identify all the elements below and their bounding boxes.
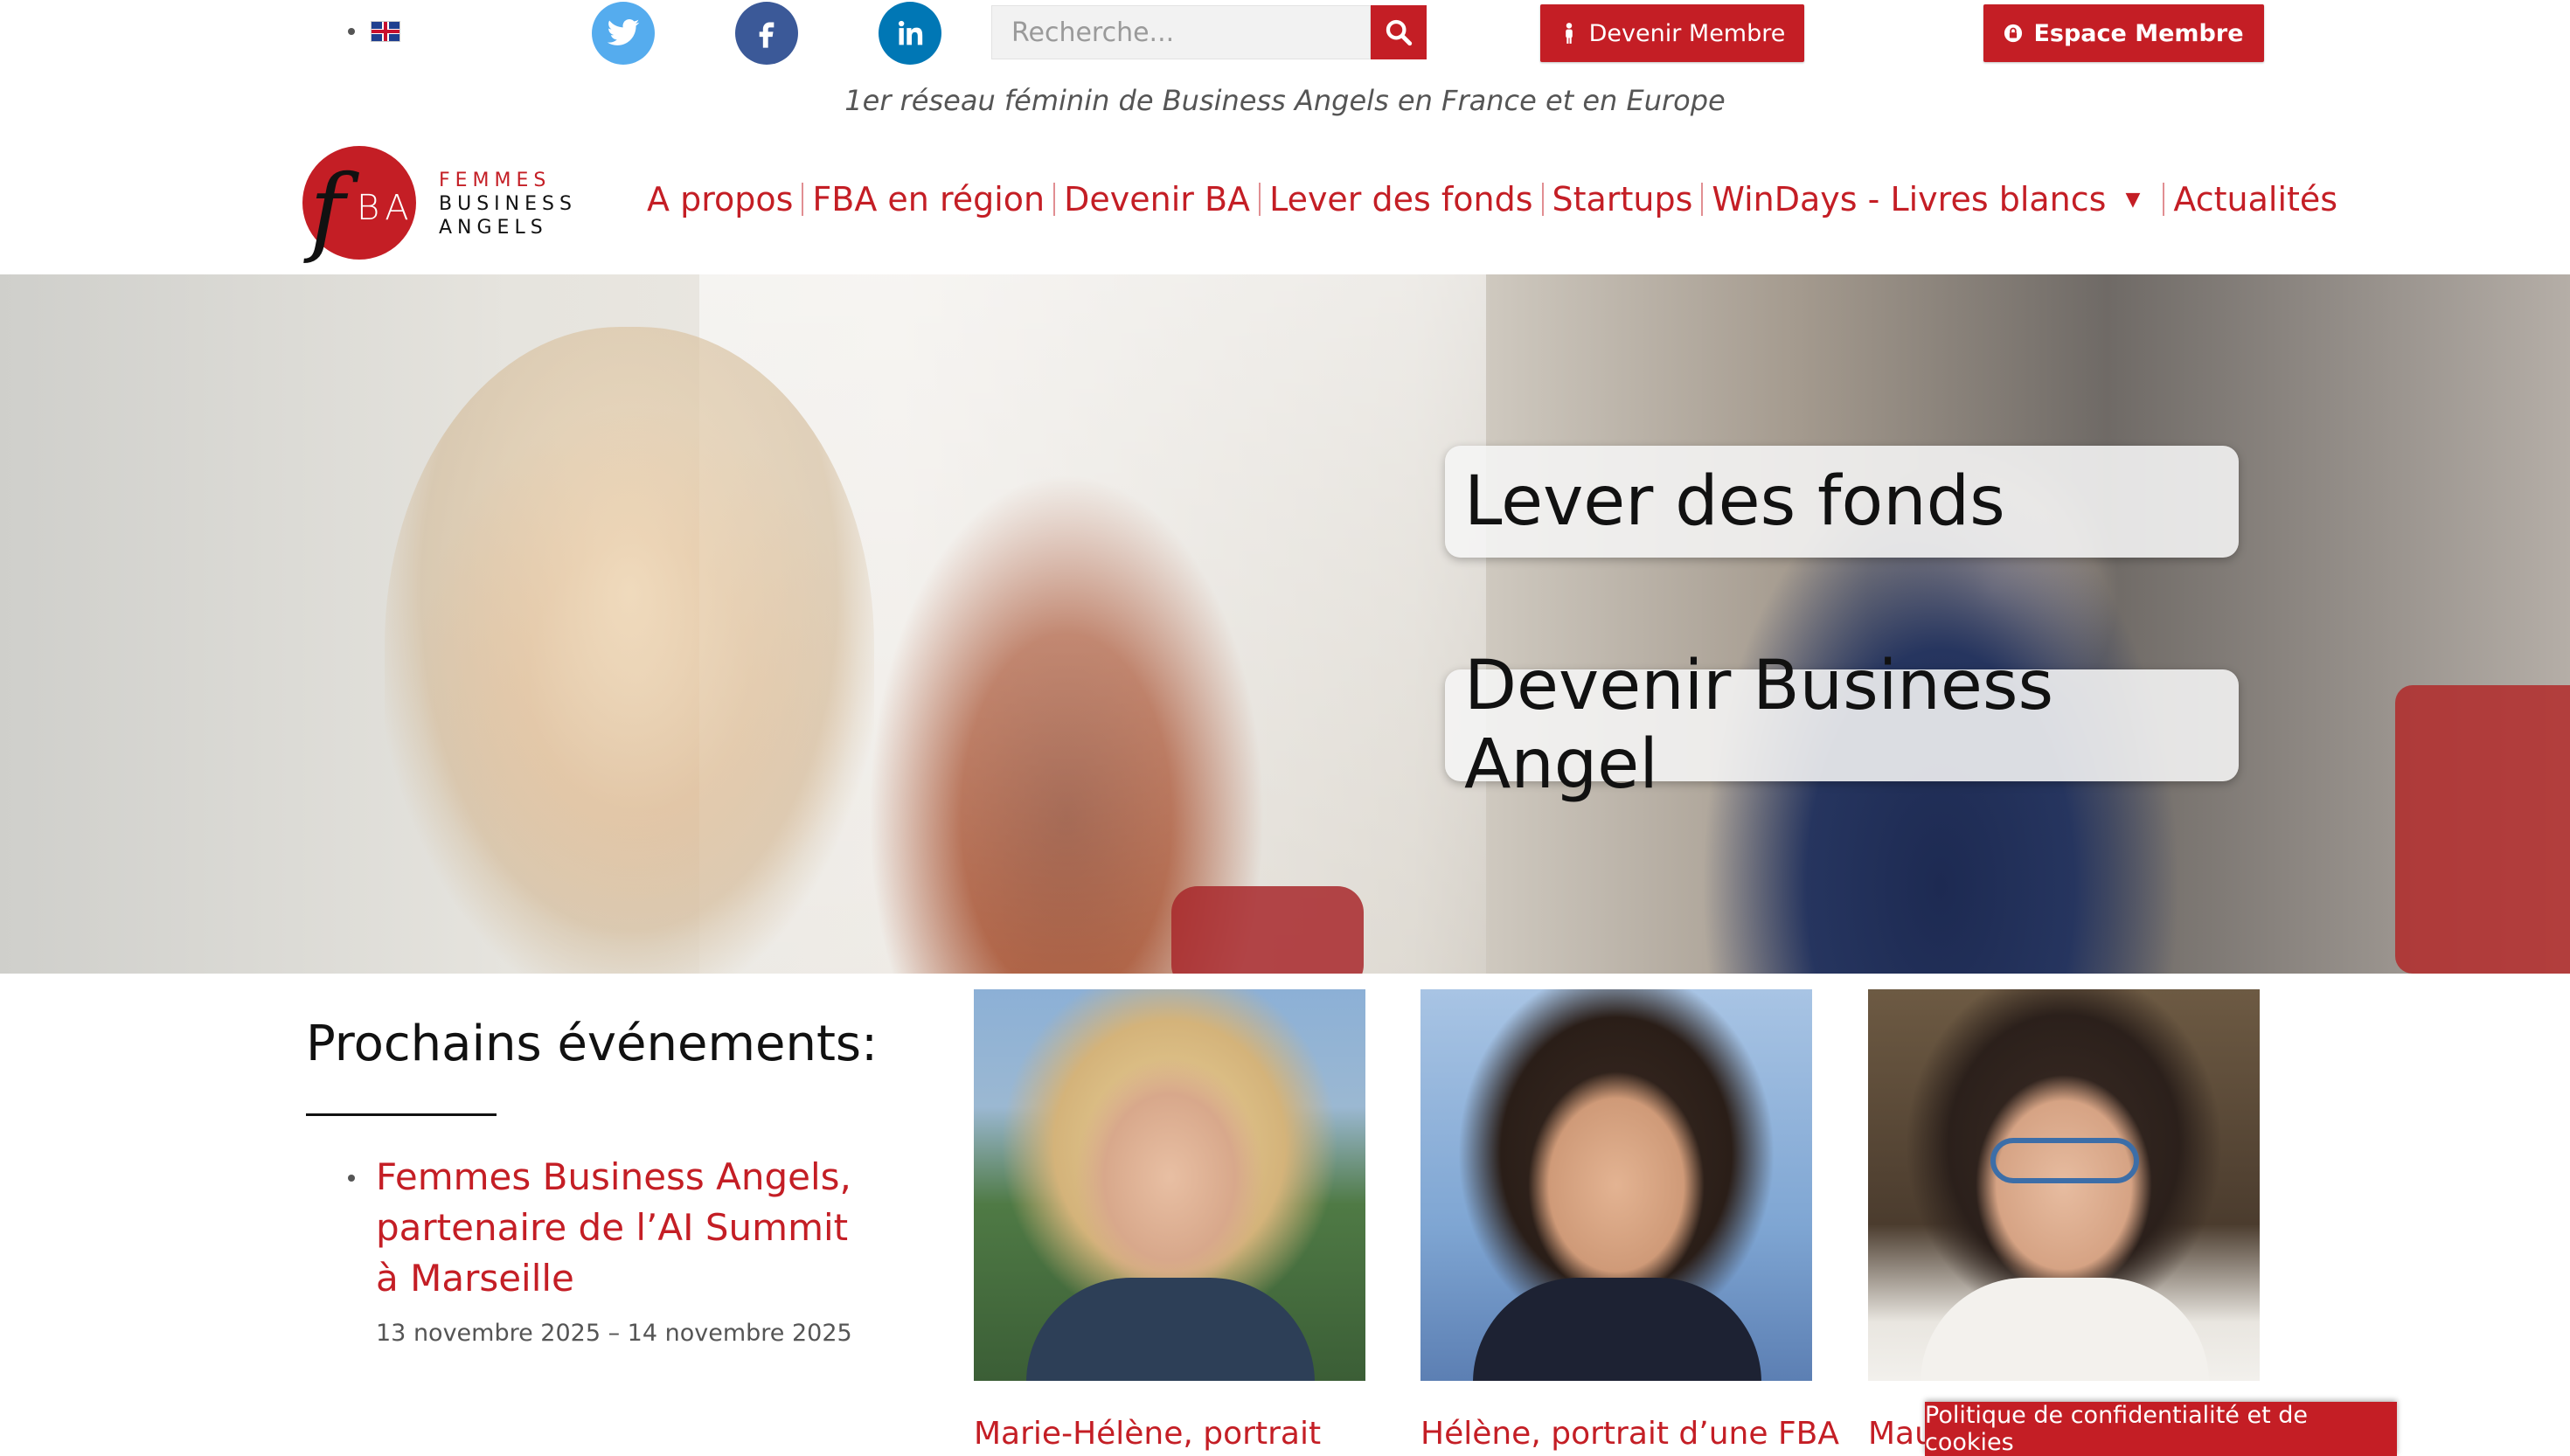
nav-item-windays[interactable]: WinDays - Livres blancs <box>1712 180 2106 218</box>
nav-separator <box>1053 183 1056 216</box>
nav-separator <box>2163 183 2165 216</box>
nav-separator <box>1701 183 1704 216</box>
list-bullet <box>348 28 355 35</box>
portrait-image[interactable] <box>1420 989 1812 1381</box>
logo-wordmark: FEMMES BUSINESS ANGELS <box>439 169 577 239</box>
portrait-image[interactable] <box>974 989 1365 1381</box>
hero-link-lever-des-fonds[interactable]: Lever des fonds <box>1445 446 2239 558</box>
nav-item-actualites[interactable]: Actualités <box>2173 180 2337 218</box>
search-icon <box>1386 19 1413 46</box>
events-list: Femmes Business Angels, partenaire de l’… <box>348 1152 857 1347</box>
portrait-image[interactable] <box>1868 989 2260 1381</box>
nav-separator <box>802 183 804 216</box>
events-divider <box>306 1113 497 1116</box>
events-heading: Prochains événements: <box>306 1016 878 1072</box>
cookie-policy-button[interactable]: Politique de confidentialité et de cooki… <box>1925 1402 2397 1456</box>
lock-icon <box>2004 24 2023 43</box>
linkedin-icon[interactable] <box>879 2 941 65</box>
hero-photo-chair <box>2395 685 2570 974</box>
person-icon <box>1565 23 1573 44</box>
list-item: Femmes Business Angels, partenaire de l’… <box>348 1152 857 1347</box>
hero-photo-woman <box>385 327 874 974</box>
search-button[interactable] <box>1371 5 1427 59</box>
espace-membre-label: Espace Membre <box>2033 19 2244 47</box>
devenir-membre-label: Devenir Membre <box>1588 19 1786 47</box>
nav-item-fba-en-region[interactable]: FBA en région <box>812 180 1045 218</box>
nav-item-devenir-ba[interactable]: Devenir BA <box>1064 180 1250 218</box>
hero-banner: Lever des fonds Devenir Business Angel <box>0 274 2570 974</box>
logo-line-femmes: FEMMES <box>439 170 552 191</box>
uk-flag-icon[interactable] <box>371 21 400 42</box>
language-switcher[interactable] <box>348 21 400 42</box>
event-date: 13 novembre 2025 – 14 novembre 2025 <box>376 1320 852 1347</box>
nav-separator <box>1541 183 1544 216</box>
portrait-caption-link[interactable]: Marie-Hélène, portrait <box>974 1416 1321 1452</box>
logo-monogram-f: f <box>309 154 345 266</box>
list-bullet <box>348 1175 355 1182</box>
nav-item-lever-des-fonds[interactable]: Lever des fonds <box>1269 180 1532 218</box>
chevron-down-icon[interactable]: ▼ <box>2125 189 2140 211</box>
logo-line-angels: ANGELS <box>439 217 548 239</box>
logo-line-business: BUSINESS <box>439 193 577 215</box>
event-title-link[interactable]: Femmes Business Angels, partenaire de l’… <box>376 1152 857 1304</box>
nav-item-a-propos[interactable]: A propos <box>647 180 793 218</box>
nav-item-startups[interactable]: Startups <box>1552 180 1693 218</box>
fba-logo[interactable]: f BA FEMMES BUSINESS ANGELS <box>302 144 591 262</box>
hero-link-devenir-business-angel[interactable]: Devenir Business Angel <box>1445 647 2239 804</box>
site-tagline: 1er réseau féminin de Business Angels en… <box>844 84 1726 117</box>
main-nav: A propos FBA en région Devenir BA Lever … <box>647 180 2337 218</box>
nav-separator <box>1259 183 1261 216</box>
hero-photo-chair <box>1171 886 1364 974</box>
espace-membre-button[interactable]: Espace Membre <box>1983 4 2264 62</box>
twitter-icon[interactable] <box>592 2 655 65</box>
facebook-icon[interactable] <box>735 2 798 65</box>
logo-monogram-ba: BA <box>357 188 414 228</box>
devenir-membre-button[interactable]: Devenir Membre <box>1540 4 1804 62</box>
portrait-caption-link[interactable]: Hélène, portrait d’une FBA <box>1420 1416 1839 1452</box>
search-input[interactable] <box>991 5 1371 59</box>
